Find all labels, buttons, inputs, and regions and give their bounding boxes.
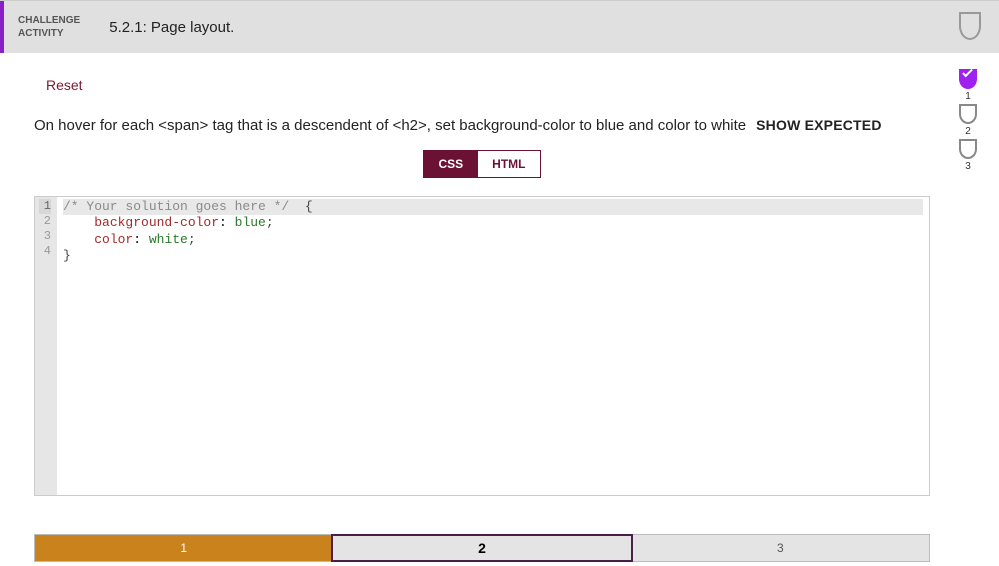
code-line: color: white; xyxy=(63,232,196,247)
line-number: 1 xyxy=(39,199,51,214)
brace: { xyxy=(289,199,312,214)
header-left: CHALLENGE ACTIVITY 5.2.1: Page layout. xyxy=(4,1,234,53)
code-area[interactable]: /* Your solution goes here */ { backgrou… xyxy=(57,197,929,495)
progress-shield-icon[interactable] xyxy=(959,106,977,124)
progress-label: 2 xyxy=(965,126,971,137)
progress-item: 1 xyxy=(959,71,977,102)
code-line: /* Your solution goes here */ { xyxy=(63,199,923,215)
step-3[interactable]: 3 xyxy=(632,535,929,561)
progress-shield-icon[interactable] xyxy=(959,71,977,89)
prompt-text: On hover for each <span> tag that is a d… xyxy=(34,117,746,134)
css-value: white xyxy=(149,232,188,247)
line-number: 2 xyxy=(39,214,51,229)
comment: /* Your solution goes here */ xyxy=(63,199,289,214)
line-gutter: 1 2 3 4 xyxy=(35,197,57,495)
reset-button[interactable]: Reset xyxy=(46,77,83,93)
line-number: 3 xyxy=(39,229,51,244)
activity-title: 5.2.1: Page layout. xyxy=(95,19,234,36)
css-value: blue xyxy=(235,215,266,230)
step-2[interactable]: 2 xyxy=(331,534,632,562)
check-icon xyxy=(962,67,973,78)
step-nav: 1 2 3 xyxy=(34,534,930,562)
progress-label: 3 xyxy=(965,161,971,172)
tab-html[interactable]: HTML xyxy=(478,150,540,178)
tab-css[interactable]: CSS xyxy=(423,150,478,178)
page-root: CHALLENGE ACTIVITY 5.2.1: Page layout. R… xyxy=(0,0,999,566)
badge-line-1: CHALLENGE xyxy=(18,14,80,27)
step-1[interactable]: 1 xyxy=(35,535,332,561)
editor-tabs: CSS HTML xyxy=(20,150,944,178)
activity-header: CHALLENGE ACTIVITY 5.2.1: Page layout. xyxy=(0,1,999,53)
prompt-row: On hover for each <span> tag that is a d… xyxy=(34,117,944,134)
activity-body: Reset On hover for each <span> tag that … xyxy=(20,53,944,566)
progress-label: 1 xyxy=(965,91,971,102)
line-number: 4 xyxy=(39,244,51,259)
progress-sidebar: 1 2 3 xyxy=(951,71,985,172)
shield-icon[interactable] xyxy=(959,14,981,40)
progress-item: 3 xyxy=(959,141,977,172)
code-line: background-color: blue; xyxy=(63,215,274,230)
css-property: background-color xyxy=(94,215,219,230)
progress-shield-icon[interactable] xyxy=(959,141,977,159)
badge-line-2: ACTIVITY xyxy=(18,27,80,40)
code-line: } xyxy=(63,248,71,263)
progress-item: 2 xyxy=(959,106,977,137)
show-expected-button[interactable]: SHOW EXPECTED xyxy=(756,117,882,133)
spacer xyxy=(234,1,959,53)
activity-badge: CHALLENGE ACTIVITY xyxy=(4,14,94,40)
css-property: color xyxy=(94,232,133,247)
code-editor[interactable]: 1 2 3 4 /* Your solution goes here */ { … xyxy=(34,196,930,496)
